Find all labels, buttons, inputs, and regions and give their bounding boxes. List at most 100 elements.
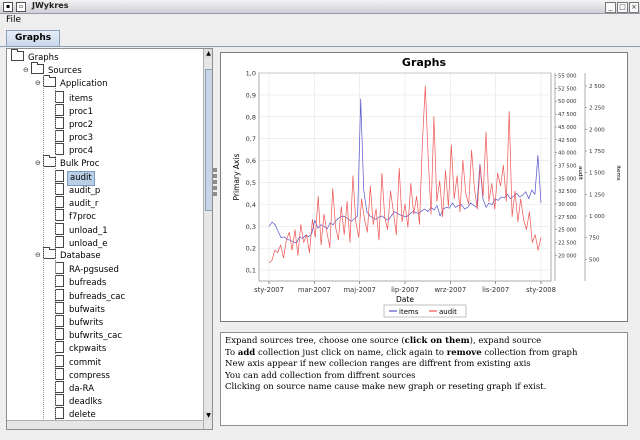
tree-item[interactable]: unload_1 <box>55 222 110 236</box>
secondary-tick-label: 22 500 <box>558 240 577 246</box>
y-tick-label: 0,3 <box>246 223 256 231</box>
help-text-segment: To <box>225 347 238 358</box>
tertiary-tick-label: 2 250 <box>589 106 605 112</box>
tree-item[interactable]: bufreads <box>55 275 108 288</box>
expand-toggle-icon[interactable]: ⊖ <box>35 252 41 259</box>
sources-tree-panel: Graphs Sources ⊖ Application ⊖ items proc1 proc… <box>6 48 213 430</box>
tree-node-label: Database <box>60 251 101 261</box>
tree-item[interactable]: compress <box>55 367 112 381</box>
tree-item[interactable]: audit_r <box>55 196 100 209</box>
help-line: You can add collection from diffrent sou… <box>225 371 416 381</box>
folder-icon <box>31 62 44 75</box>
expand-toggle-icon[interactable]: ⊖ <box>35 159 41 166</box>
file-icon <box>55 169 64 182</box>
x-tick-label: lip-2007 <box>391 286 419 294</box>
expand-toggle-icon[interactable]: ⊖ <box>35 80 41 87</box>
file-icon <box>55 381 64 393</box>
help-text-segment: New axis appear if new collecion ranges … <box>225 359 531 369</box>
tree-item[interactable]: bufwrits <box>55 315 105 328</box>
tree-horizontal-scrollbar[interactable] <box>7 420 203 429</box>
tree-folder[interactable]: Sources <box>31 62 84 77</box>
expand-toggle-icon[interactable]: ⊖ <box>23 67 29 74</box>
file-icon <box>55 235 64 248</box>
tree-item[interactable]: unload_e <box>55 235 109 249</box>
help-text-segment: Expand sources tree, choose one source ( <box>225 336 405 346</box>
tree-item[interactable]: bufwaits <box>55 301 107 315</box>
y-tick-label: 0,6 <box>246 157 256 165</box>
minimize-icon[interactable]: _ <box>605 2 616 13</box>
tree-folder[interactable]: Bulk Proc <box>43 154 101 170</box>
tertiary-tick-label: 1 000 <box>589 214 605 220</box>
secondary-tick-label: 32 500 <box>558 189 577 195</box>
file-icon <box>55 90 64 103</box>
help-line: Expand sources tree, choose one source (… <box>225 336 541 346</box>
help-line: Clicking on source name cause make new g… <box>225 382 546 392</box>
window-stack-icon[interactable]: ▫ <box>16 2 26 12</box>
tree-folder[interactable]: Application <box>43 75 110 90</box>
tab-graphs[interactable]: Graphs <box>6 30 61 46</box>
file-icon <box>55 143 64 156</box>
tree-item[interactable]: audit <box>55 169 95 186</box>
split-pane-divider[interactable] <box>212 48 218 428</box>
secondary-tick-label: 42 500 <box>558 138 577 144</box>
tree-item[interactable]: ckpwaits <box>55 341 108 354</box>
x-tick-label: sty-2008 <box>526 286 556 294</box>
tree-item[interactable]: deadlks <box>55 394 104 407</box>
help-text-segment: Clicking on source name cause make new g… <box>225 382 547 392</box>
x-tick-label: wrz-2007 <box>434 286 466 294</box>
tertiary-tick-label: 500 <box>589 257 600 263</box>
file-icon <box>55 275 64 288</box>
file-icon <box>55 341 64 354</box>
tertiary-tick-label: 2 500 <box>589 84 605 90</box>
y-tick-label: 0,8 <box>246 113 256 121</box>
chart-svg: Graphs 0,1 0,2 0,3 0,4 0,5 0,6 0,7 0,8 0,9 1,0 Prim… <box>232 56 621 318</box>
y-tick-label: 0,5 <box>246 179 256 187</box>
tree-item[interactable]: bufwrits_cac <box>55 328 124 341</box>
secondary-tick-label: 27 500 <box>558 215 577 221</box>
tree-item[interactable]: da-RA <box>55 381 96 394</box>
tree-item[interactable]: proc3 <box>55 130 95 143</box>
chart-title: Graphs <box>402 56 447 69</box>
close-icon[interactable]: × <box>629 2 639 13</box>
tree-item[interactable]: proc4 <box>55 143 95 156</box>
tree-item[interactable]: commit <box>55 354 103 368</box>
tree-folder[interactable]: Database <box>43 247 103 262</box>
tree-item[interactable]: proc1 <box>55 103 95 117</box>
secondary-tick-label: 25 000 <box>558 228 577 234</box>
help-text-segment: add <box>237 347 256 358</box>
tertiary-tick-label: 1 250 <box>589 192 605 198</box>
tree-item[interactable]: delete <box>55 407 98 420</box>
window-titlebar: ▪ ▫ JWykres _ □ × <box>0 0 640 14</box>
tree-item[interactable]: bufreads_cac <box>55 288 127 302</box>
file-icon <box>55 117 64 129</box>
file-icon <box>55 288 64 301</box>
secondary-tick-label: 50 000 <box>558 99 577 105</box>
tab-strip: Graphs <box>0 29 640 47</box>
tree-item[interactable]: f7proc <box>55 209 98 222</box>
file-icon <box>55 407 64 420</box>
secondary-axis-label: audit <box>577 166 583 181</box>
window-menu-icon[interactable]: ▪ <box>3 2 13 12</box>
secondary-tick-label: 47 500 <box>558 112 577 118</box>
file-icon <box>55 103 64 116</box>
maximize-icon[interactable]: □ <box>617 2 628 13</box>
tree-item[interactable]: audit_p <box>55 183 102 196</box>
tree-item[interactable]: RA-pgsused <box>55 262 121 275</box>
help-text-segment: collection from graph <box>481 347 578 358</box>
legend-label: audit <box>439 308 457 316</box>
y-tick-label: 1,0 <box>246 70 256 78</box>
tertiary-axis-label: items <box>615 165 621 180</box>
tree-item[interactable]: items <box>55 90 95 104</box>
tree-node-label: Bulk Proc <box>60 158 100 169</box>
tertiary-tick-label: 750 <box>589 236 600 242</box>
file-icon <box>55 262 64 275</box>
help-text-segment: You can add collection from diffrent sou… <box>225 370 416 381</box>
help-text-segment: remove <box>446 347 482 358</box>
y-tick-label: 0,1 <box>246 267 256 275</box>
sources-tree: Graphs Sources ⊖ Application ⊖ items proc1 proc… <box>7 49 203 429</box>
tree-item[interactable]: proc2 <box>55 117 95 130</box>
file-menu[interactable]: File <box>6 15 21 25</box>
tertiary-tick-label: 1 500 <box>589 171 605 177</box>
help-text-panel: Expand sources tree, choose one source (… <box>220 332 628 426</box>
help-text-segment: click on them <box>404 336 470 346</box>
